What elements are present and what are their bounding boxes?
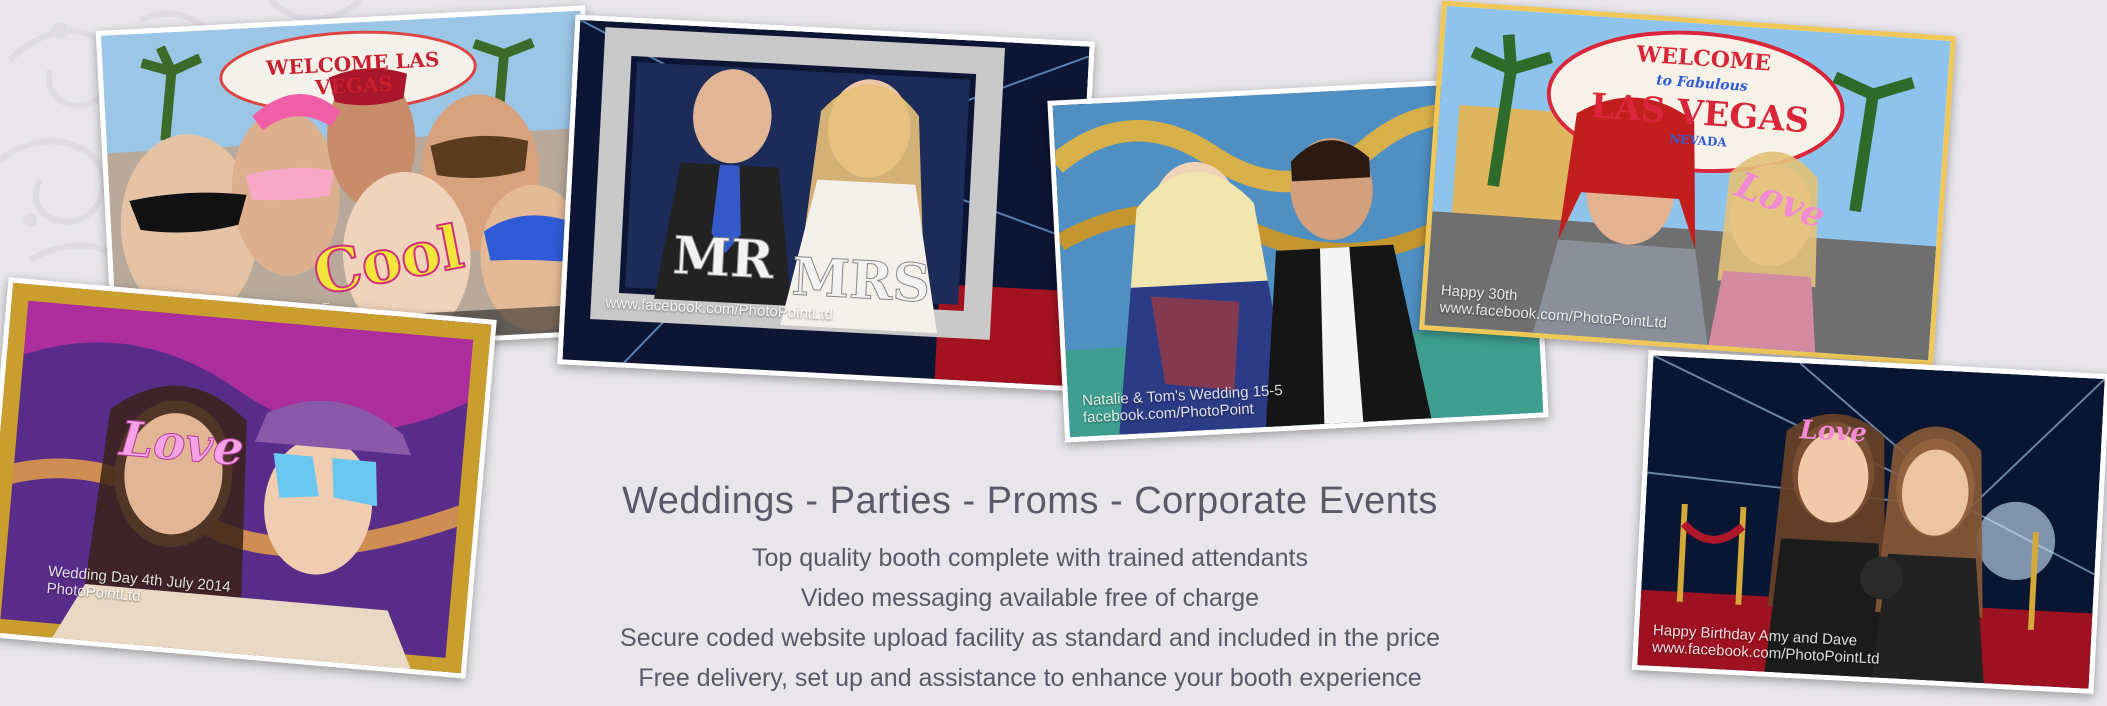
prop-love-sign: Love	[1798, 415, 1868, 449]
feature-line: Video messaging available free of charge	[800, 584, 1260, 612]
feature-line: Secure coded website upload facility as …	[620, 624, 1440, 652]
feature-line: Free delivery, set up and assistance to …	[638, 664, 1422, 692]
photo-love-gold-frame: Love Wedding Day 4th July 2014 PhotoPoin…	[0, 277, 497, 679]
photo-vegas-couple: WELCOME to Fabulous LAS VEGAS NEVADA Lov…	[1419, 0, 1956, 366]
photo-mr-mrs: MR MRS www.facebook.com/PhotoPointLtd	[557, 14, 1095, 392]
feature-line: Top quality booth complete with trained …	[752, 544, 1308, 572]
prop-love-sign: Love	[117, 410, 247, 478]
services-headline: Weddings - Parties - Proms - Corporate E…	[622, 480, 1438, 522]
prop-sign-welcome-vegas: WELCOME LAS VEGAS	[265, 47, 441, 100]
photo-happy-birthday: Love Happy Birthday Amy and Dave www.fac…	[1631, 350, 2107, 694]
prop-mr-letters: MR	[671, 225, 776, 292]
photo-mr-mrs-scene	[562, 19, 1090, 390]
prop-mrs-letters: MRS	[790, 246, 932, 315]
services-copy: Weddings - Parties - Proms - Corporate E…	[530, 478, 1530, 698]
photo-love-gold-scene	[0, 282, 492, 676]
